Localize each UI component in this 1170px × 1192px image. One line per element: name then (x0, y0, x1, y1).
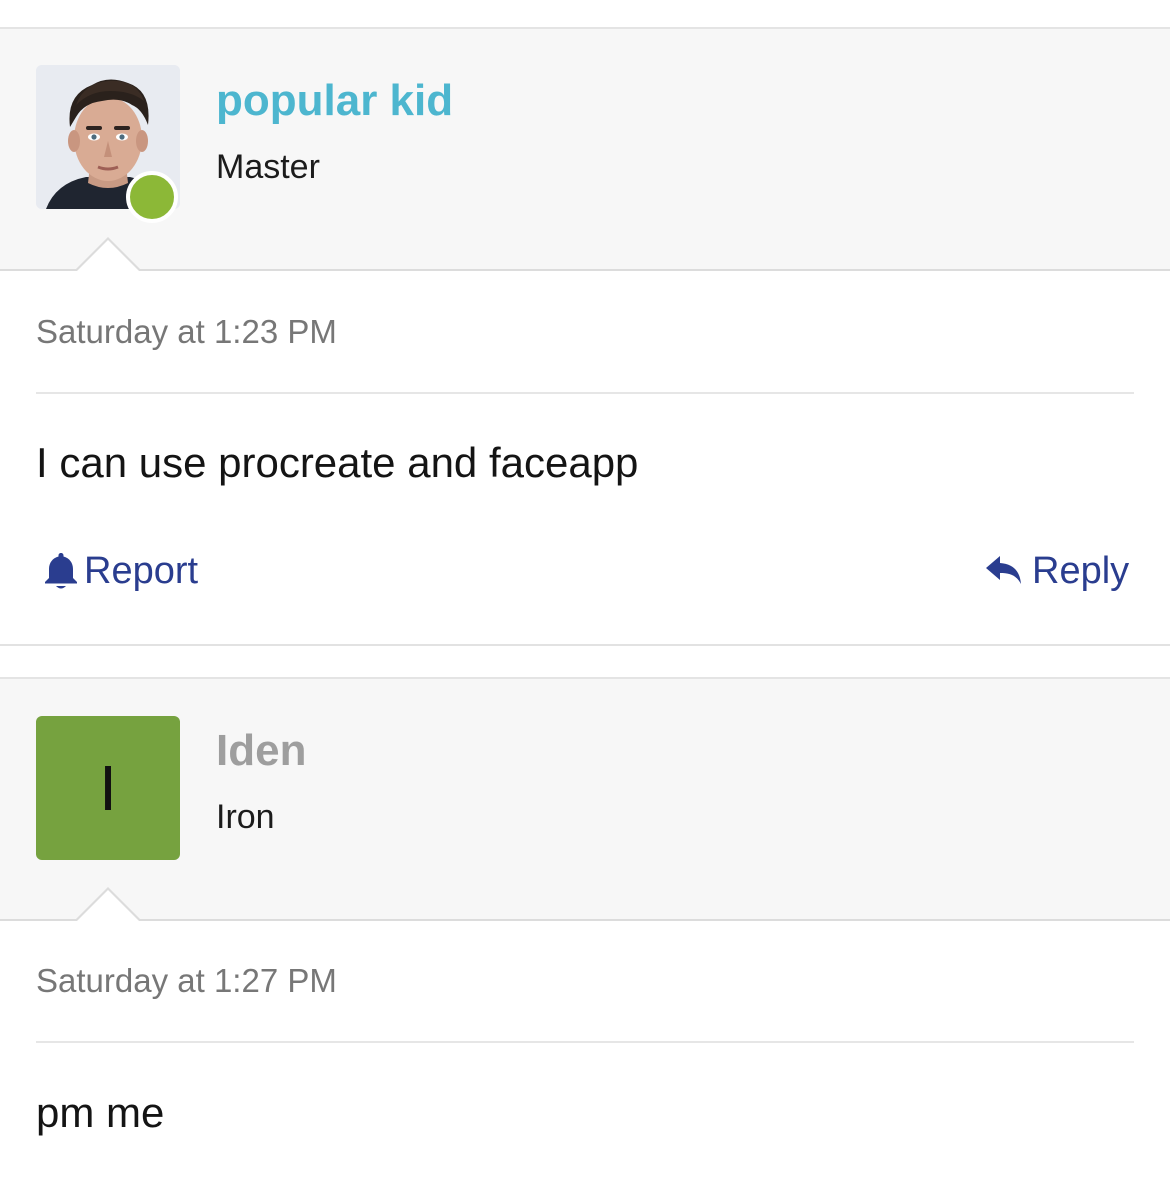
username-link[interactable]: popular kid (216, 75, 453, 127)
online-status-indicator (126, 171, 178, 223)
post-2-divider (36, 1041, 1134, 1043)
reply-arrow-icon (986, 556, 1021, 584)
post-1-timestamp[interactable]: Saturday at 1:23 PM (36, 312, 337, 352)
user-rank: Iron (216, 798, 275, 836)
post-1-message: I can use procreate and faceapp (36, 439, 639, 486)
post-2-author-header: I Iden Iron (0, 677, 1170, 922)
post-1-divider (36, 392, 1134, 394)
username-link[interactable]: Iden (216, 725, 306, 777)
post-2-message: pm me (36, 1089, 165, 1136)
report-label: Report (84, 550, 199, 592)
report-button[interactable]: Report (44, 549, 198, 593)
user-avatar-popular-kid[interactable] (36, 65, 180, 223)
reply-button[interactable]: Reply (984, 549, 1129, 593)
bell-icon (45, 553, 77, 589)
post-2-timestamp[interactable]: Saturday at 1:27 PM (36, 961, 337, 1001)
thread-page: popular kid Master Saturday at 1:23 PM I… (0, 0, 1170, 1192)
post-separator (0, 644, 1170, 646)
reply-label: Reply (1032, 550, 1130, 592)
header-pointer-caret (74, 887, 142, 922)
header-pointer-caret (74, 237, 142, 272)
user-avatar-iden[interactable]: I (36, 716, 180, 860)
post-1-author-header: popular kid Master (0, 27, 1170, 272)
user-rank: Master (216, 148, 320, 186)
